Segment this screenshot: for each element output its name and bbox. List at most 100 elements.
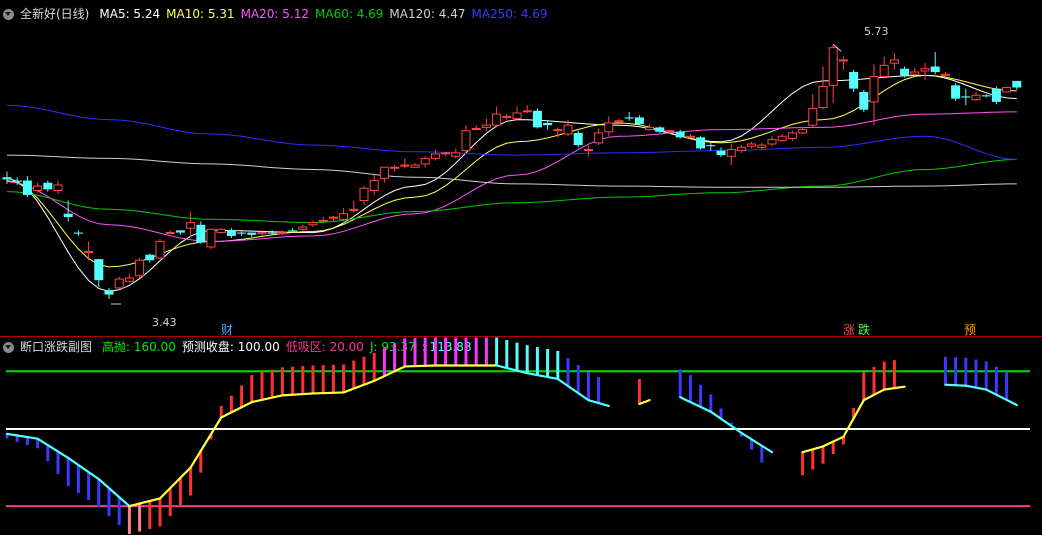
j-line-segment (5, 432, 39, 440)
candle-body (226, 230, 236, 236)
candle-body (798, 129, 808, 134)
candle-body (777, 135, 787, 142)
candle-body (339, 213, 349, 220)
j-line-segment (944, 383, 967, 387)
ma-line-ma120 (6, 154, 1017, 188)
candle-body (349, 208, 359, 211)
candle-body (298, 226, 308, 230)
candle-body (838, 59, 848, 62)
candle-body (165, 232, 175, 235)
candle-body (920, 68, 930, 72)
candle-body (216, 228, 226, 234)
candle-body (318, 219, 328, 222)
candle-body (757, 144, 767, 148)
candle-body (2, 177, 12, 180)
candle-body (910, 71, 920, 75)
candle-body (461, 130, 471, 152)
j-line-segment (97, 478, 131, 508)
candle-body (186, 222, 196, 229)
candle-body (277, 232, 287, 235)
ma-line-ma250 (6, 104, 1017, 160)
candle-body (971, 94, 981, 101)
candle-body (859, 91, 869, 110)
candle-body (267, 232, 277, 234)
candle-body (308, 222, 318, 226)
j-line-segment (311, 391, 345, 395)
candle-body (961, 96, 971, 98)
candle-body (288, 230, 298, 232)
candle-body (991, 88, 1001, 102)
candle-body (716, 150, 726, 156)
candle-body (155, 240, 165, 259)
candle-body (175, 230, 185, 233)
candle-body (400, 164, 410, 167)
candle-body (940, 73, 950, 76)
candle-body (124, 277, 134, 282)
candle-body (206, 228, 216, 248)
j-line-segment (128, 497, 162, 508)
candle-body (451, 152, 461, 157)
candle-body (502, 115, 512, 118)
ma-line-ma60 (6, 159, 1017, 224)
candle-body (471, 128, 481, 130)
candle-body (522, 110, 532, 113)
candle-body (634, 117, 644, 125)
j-line-segment (189, 416, 223, 469)
marker-die: 跌 (858, 322, 870, 337)
j-line-segment (220, 400, 253, 419)
candle-body (53, 184, 63, 191)
candle-body (563, 124, 573, 135)
candle-body (787, 132, 797, 139)
candle-body (583, 149, 593, 152)
candle-body (808, 108, 818, 126)
marker-cai: 财 (221, 323, 233, 337)
candle-body (828, 47, 838, 86)
candle-body (614, 120, 624, 123)
candle-body (512, 112, 522, 120)
candle-body (594, 132, 604, 144)
candle-body (889, 59, 899, 64)
candle-body (94, 259, 104, 281)
candle-body (257, 232, 267, 235)
main-price-panel (2, 43, 1022, 305)
candle-body (655, 127, 665, 132)
candle-body (420, 157, 430, 165)
j-line-segment (158, 466, 192, 500)
candle-body (114, 278, 124, 289)
candle-body (237, 232, 247, 234)
candle-body (84, 250, 94, 253)
candle-body (981, 95, 991, 97)
indicator-panel (5, 337, 1030, 535)
candle-body (410, 164, 420, 168)
candle-body (390, 166, 400, 169)
candle-body (706, 145, 716, 147)
candle-body (441, 152, 451, 155)
high-price-label: 5.73 (864, 25, 889, 38)
j-line-segment (342, 379, 376, 394)
candle-body (747, 143, 757, 147)
candle-body (951, 85, 961, 99)
candle-body (604, 122, 614, 133)
candle-body (675, 131, 685, 138)
j-line-segment (67, 456, 100, 481)
j-line-segment (281, 392, 315, 397)
j-line-segment (250, 394, 284, 404)
candle-body (818, 85, 828, 108)
chart-window: 全新好(日线) MA5: 5.24 MA10: 5.31 MA20: 5.12 … (0, 0, 1042, 535)
j-line-segment (556, 377, 590, 402)
j-line-segment (36, 437, 70, 460)
candle-body (104, 290, 114, 295)
candle-body (696, 137, 706, 149)
j-line-segment (985, 388, 1018, 407)
j-line-segment (740, 431, 774, 454)
candle-body (930, 66, 940, 73)
candle-body (532, 110, 542, 128)
candle-body (430, 153, 440, 159)
candle-body (135, 259, 145, 277)
candle-body (379, 166, 389, 179)
candle-body (624, 117, 634, 119)
candle-body (849, 72, 859, 89)
candle-body (328, 216, 338, 219)
candle-body (645, 126, 655, 131)
candle-body (573, 132, 583, 146)
